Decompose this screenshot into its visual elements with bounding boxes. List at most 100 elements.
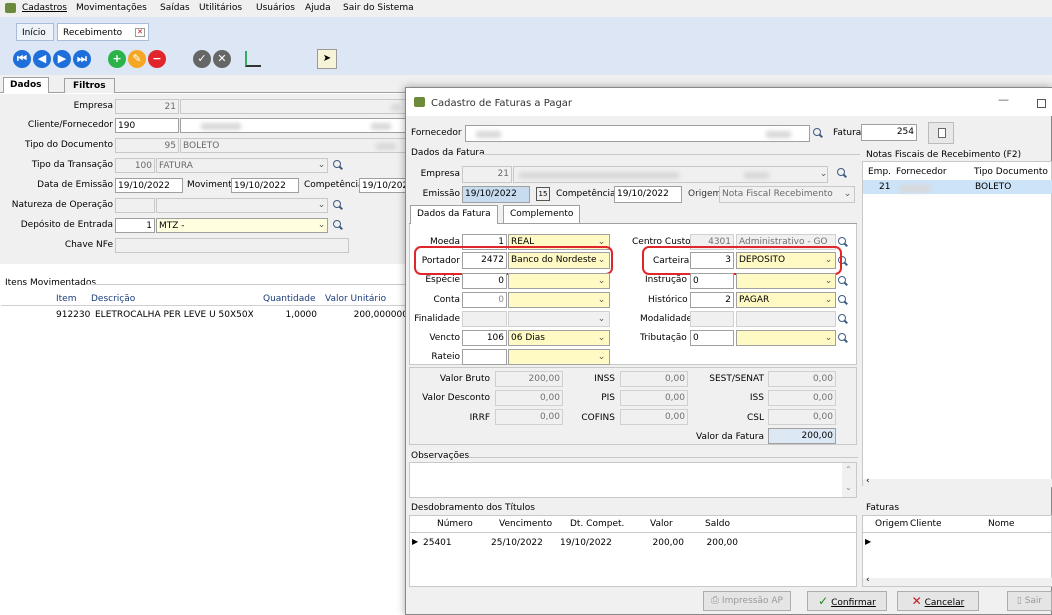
modalidade-code[interactable]: [690, 311, 734, 327]
natureza-search-icon[interactable]: [333, 200, 343, 210]
desdob-cell-numero[interactable]: 25401: [423, 538, 452, 548]
desdob-col-numero[interactable]: Número: [437, 519, 473, 529]
desdob-col-saldo[interactable]: Saldo: [705, 519, 730, 529]
dlg-empresa-search-icon[interactable]: [837, 168, 847, 178]
menu-utilitarios[interactable]: Utilitários: [199, 3, 242, 13]
edit-icon[interactable]: ✎: [128, 50, 146, 68]
historico-code[interactable]: 2: [690, 292, 734, 308]
faturas-hscrollbar[interactable]: ‹: [863, 575, 1052, 586]
empresa-input[interactable]: 21: [115, 99, 179, 114]
especie-dropdown-icon[interactable]: ⌄: [596, 276, 607, 287]
maximize-icon[interactable]: [1037, 99, 1046, 108]
fatura-input[interactable]: 254: [861, 124, 917, 141]
itens-col-descricao[interactable]: Descrição: [91, 294, 135, 304]
competencia-input[interactable]: 19/10/2022: [359, 178, 409, 193]
desdob-col-vencimento[interactable]: Vencimento: [499, 519, 552, 529]
especie-code[interactable]: 0: [462, 273, 507, 289]
vencto-code[interactable]: 106: [462, 330, 507, 346]
confirmar-button[interactable]: ✓ Confirmar: [807, 591, 887, 611]
fornecedor-search-icon[interactable]: [813, 128, 823, 138]
tributacao-dropdown-icon[interactable]: ⌄: [823, 333, 834, 344]
tipo-trans-code[interactable]: 100: [115, 158, 155, 173]
export-icon[interactable]: ➤: [317, 49, 337, 69]
rateio-name[interactable]: [508, 349, 610, 365]
nf-selected-row[interactable]: [863, 180, 1052, 194]
nf-col-emp[interactable]: Emp.: [868, 167, 891, 177]
next-record-icon[interactable]: ▶: [53, 50, 71, 68]
faturas-col-nome[interactable]: Nome: [988, 519, 1015, 529]
tab-dados-fatura[interactable]: Dados da Fatura: [410, 205, 498, 224]
modalidade-search-icon[interactable]: [838, 314, 848, 324]
previous-record-icon[interactable]: ◀: [33, 50, 51, 68]
itens-col-valor[interactable]: Valor Unitário: [325, 294, 386, 304]
deposito-code[interactable]: 1: [115, 218, 155, 233]
tributacao-search-icon[interactable]: [838, 333, 848, 343]
observacoes-textarea[interactable]: [409, 462, 857, 498]
instrucao-dropdown-icon[interactable]: ⌄: [823, 276, 834, 287]
last-record-icon[interactable]: ⏭: [73, 50, 91, 68]
natureza-dropdown-icon[interactable]: ⌄: [316, 200, 327, 211]
origem-input[interactable]: Nota Fiscal Recebimento: [719, 186, 855, 203]
instrucao-search-icon[interactable]: [838, 276, 848, 286]
desdob-cell-valor[interactable]: 200,00: [630, 538, 685, 548]
conta-code[interactable]: 0: [462, 292, 507, 308]
dlg-empresa-input[interactable]: 21: [462, 166, 512, 183]
desdob-cell-vencimento[interactable]: 25/10/2022: [491, 538, 543, 548]
origem-dropdown-icon[interactable]: ⌄: [842, 189, 853, 200]
conta-name[interactable]: [508, 292, 610, 308]
nf-col-fornecedor[interactable]: Fornecedor: [896, 167, 947, 177]
finalidade-name[interactable]: [508, 311, 610, 327]
first-record-icon[interactable]: ⏮: [13, 50, 31, 68]
finalidade-code[interactable]: [462, 311, 507, 327]
tipo-doc-code[interactable]: 95: [115, 138, 179, 153]
especie-name[interactable]: [508, 273, 610, 289]
nf-col-tipo[interactable]: Tipo Documento: [974, 167, 1048, 177]
itens-col-item[interactable]: Item: [56, 294, 77, 304]
close-tab-icon[interactable]: ✕: [135, 28, 145, 37]
tab-inicio[interactable]: Início: [16, 23, 54, 41]
minimize-icon[interactable]: —: [998, 93, 1009, 106]
movimento-input[interactable]: 19/10/2022: [231, 178, 299, 193]
historico-search-icon[interactable]: [838, 295, 848, 305]
impressao-ap-button[interactable]: ⎙ Impressão AP: [703, 591, 791, 611]
finalidade-dropdown-icon[interactable]: ⌄: [596, 314, 607, 325]
instrucao-code[interactable]: 0: [690, 273, 734, 289]
faturas-col-origem[interactable]: Origem: [875, 519, 908, 529]
itens-col-quantidade[interactable]: Quantidade: [263, 294, 316, 304]
deposito-name[interactable]: MTZ -: [156, 218, 328, 233]
menu-cadastros[interactable]: Cadastros: [22, 3, 67, 13]
historico-name[interactable]: PAGAR: [736, 292, 836, 308]
historico-dropdown-icon[interactable]: ⌄: [823, 295, 834, 306]
tab-complemento[interactable]: Complemento: [503, 205, 581, 223]
natureza-code[interactable]: [115, 198, 155, 213]
fornecedor-input[interactable]: [465, 125, 810, 142]
menu-movimentacoes[interactable]: Movimentações: [76, 3, 147, 13]
tipo-trans-dropdown-icon[interactable]: ⌄: [316, 160, 327, 171]
desdob-cell-saldo[interactable]: 200,00: [690, 538, 739, 548]
dlg-empresa-dropdown-icon[interactable]: ⌄: [818, 169, 829, 180]
tab-dados[interactable]: Dados: [3, 77, 49, 93]
desdob-cell-dtcompet[interactable]: 19/10/2022: [560, 538, 612, 548]
fatura-copy-icon[interactable]: [928, 122, 954, 144]
chave-input[interactable]: [115, 238, 349, 253]
add-icon[interactable]: +: [108, 50, 126, 68]
vencto-name[interactable]: 06 Dias: [508, 330, 610, 346]
confirm-icon[interactable]: ✓: [193, 50, 211, 68]
tributacao-code[interactable]: 0: [690, 330, 734, 346]
rateio-dropdown-icon[interactable]: ⌄: [596, 352, 607, 363]
cancel-icon[interactable]: ✕: [213, 50, 231, 68]
tab-recebimento[interactable]: Recebimento ✕: [57, 23, 149, 41]
emissao-input[interactable]: 19/10/2022: [115, 178, 183, 193]
observacoes-scrollbar[interactable]: ⌃ ⌄: [842, 463, 856, 497]
chart-icon[interactable]: [245, 51, 261, 67]
dlg-emissao-input[interactable]: 19/10/2022: [462, 186, 530, 203]
dlg-competencia-input[interactable]: 19/10/2022: [614, 186, 682, 203]
menu-usuarios[interactable]: Usuários: [256, 3, 295, 13]
faturas-col-cliente[interactable]: Cliente: [910, 519, 942, 529]
deposito-search-icon[interactable]: [333, 220, 343, 230]
cliente-input[interactable]: 190: [115, 118, 179, 133]
centro-search-icon[interactable]: [838, 237, 848, 247]
sair-button[interactable]: ▯ Sair: [1007, 591, 1052, 611]
calendar-icon[interactable]: 15: [536, 187, 550, 201]
delete-icon[interactable]: −: [148, 50, 166, 68]
